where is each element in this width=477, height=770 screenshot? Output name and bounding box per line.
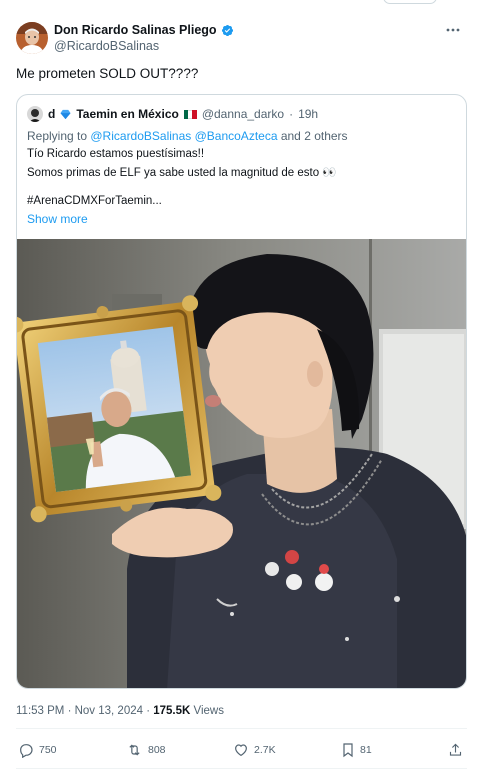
share-icon: [449, 743, 462, 756]
quote-name-prefix[interactable]: d: [48, 107, 55, 121]
action-bar: 750 808 2.7K 81: [16, 738, 467, 762]
quote-media-photo[interactable]: [17, 239, 466, 688]
bookmark-count: 81: [360, 744, 372, 756]
views-label: Views: [190, 705, 224, 717]
reply-icon: [20, 744, 33, 758]
repost-button[interactable]: 808: [126, 738, 166, 762]
quote-author-avatar[interactable]: [27, 106, 43, 122]
quote-tweet-card[interactable]: d Taemin en México @danna_darko · 19h Re…: [16, 94, 467, 689]
like-button[interactable]: 2.7K: [233, 738, 276, 762]
reply-count: 750: [39, 744, 57, 756]
quote-replying-to: Replying to @RicardoBSalinas @BancoAztec…: [27, 129, 348, 143]
quote-timestamp[interactable]: 19h: [298, 107, 318, 121]
show-more-link[interactable]: Show more: [27, 212, 88, 226]
like-count: 2.7K: [254, 744, 276, 756]
author-avatar[interactable]: [16, 22, 48, 54]
replying-suffix: and 2 others: [277, 129, 348, 143]
verified-badge-icon: [221, 24, 233, 36]
blue-diamond-icon: [60, 109, 71, 119]
author-names: Don Ricardo Salinas Pliego @RicardoBSali…: [54, 23, 234, 53]
quote-header: d Taemin en México @danna_darko · 19h: [27, 106, 318, 122]
divider-bottom: [16, 768, 467, 769]
tweet-meta: 11:53 PM · Nov 13, 2024 · 175.5K Views: [16, 705, 224, 717]
divider-top: [16, 728, 467, 729]
heart-icon: [235, 744, 247, 757]
quote-text-line-1: Tío Ricardo estamos puestísimas!!: [27, 148, 205, 160]
meta-separator: ·: [143, 705, 154, 717]
mexico-flag-icon: [183, 109, 197, 119]
tweet-timestamp[interactable]: 11:53 PM · Nov 13, 2024: [16, 705, 143, 717]
more-options-button[interactable]: [443, 22, 463, 38]
replying-mentions[interactable]: @RicardoBSalinas @BancoAzteca: [90, 129, 277, 143]
author-display-name[interactable]: Don Ricardo Salinas Pliego: [54, 23, 217, 37]
tweet-header: Don Ricardo Salinas Pliego @RicardoBSali…: [16, 20, 234, 56]
quote-text-line-2: Somos primas de ELF ya sabe usted la mag…: [27, 167, 337, 179]
views-count: 175.5K: [153, 705, 191, 717]
quote-hashtag-line[interactable]: #ArenaCDMXForTaemin...: [27, 195, 162, 207]
bookmark-button[interactable]: 81: [341, 738, 372, 762]
tweet-text: Me prometen SOLD OUT????: [16, 66, 199, 81]
bookmark-icon: [343, 743, 353, 758]
more-dots-icon: [446, 28, 460, 32]
author-handle[interactable]: @RicardoBSalinas: [54, 39, 234, 53]
photo-illustration: [17, 239, 466, 688]
quote-author-handle[interactable]: @danna_darko: [202, 107, 284, 121]
repost-icon: [129, 744, 140, 756]
reply-button[interactable]: 750: [18, 738, 57, 762]
author-name-row: Don Ricardo Salinas Pliego: [54, 23, 234, 37]
quote-author-name[interactable]: Taemin en México: [76, 107, 178, 121]
quote-separator: ·: [289, 107, 294, 121]
tweet: Don Ricardo Salinas Pliego @RicardoBSali…: [0, 0, 477, 770]
replying-prefix: Replying to: [27, 129, 91, 143]
repost-count: 808: [148, 744, 166, 756]
share-button[interactable]: [448, 738, 463, 762]
